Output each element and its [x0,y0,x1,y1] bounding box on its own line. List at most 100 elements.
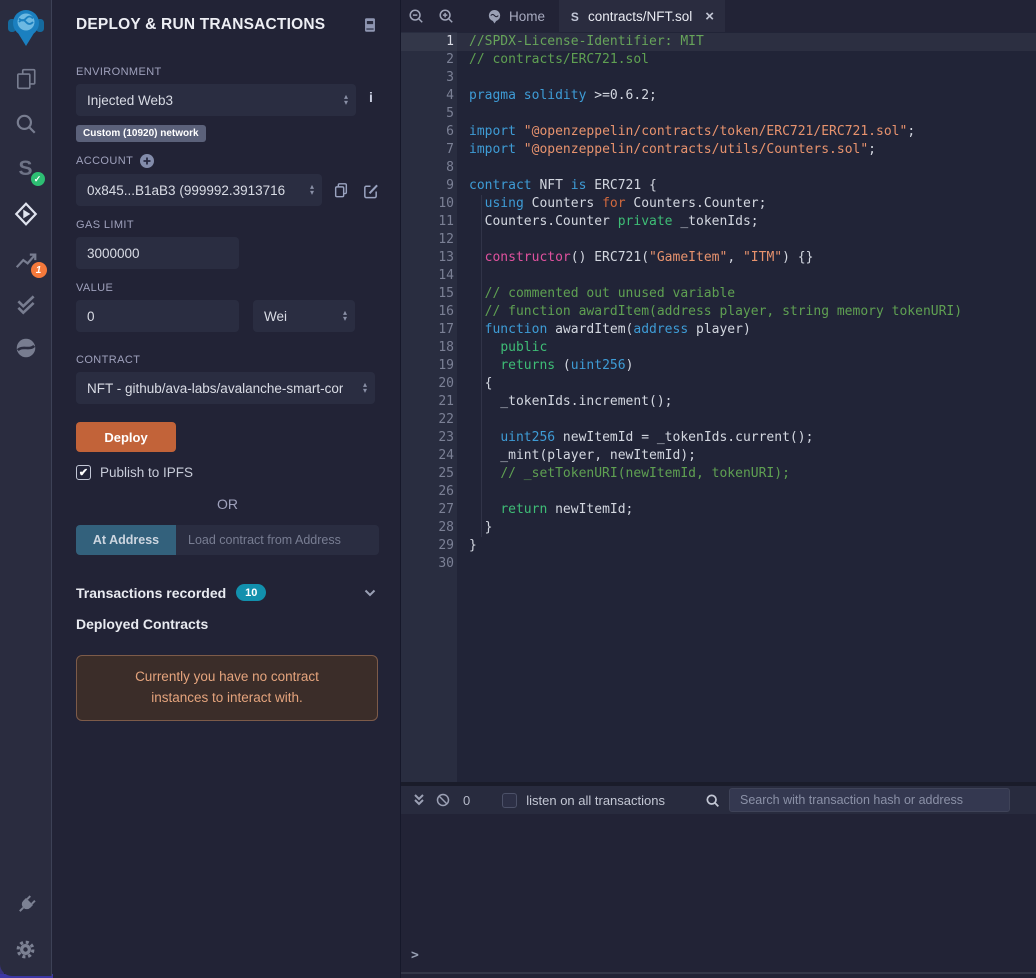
gas-limit-input[interactable] [76,237,239,269]
code-line[interactable] [469,231,1036,249]
clear-terminal-icon[interactable] [431,793,455,807]
terminal-search-input[interactable] [729,788,1010,812]
solidity-compiler-icon[interactable]: S ✓ [13,156,45,186]
value-label: VALUE [76,282,114,294]
code-editor[interactable]: 1 2 3 4 5 6 7 8 9 10 11 12 13 14 15 16 17 18 19 20 21 22 23 24 2… [401,32,1036,782]
line-number: 4 [446,88,454,103]
statistics-badge: 1 [30,262,47,278]
gas-limit-label: GAS LIMIT [76,219,134,231]
copy-account-icon[interactable] [333,182,349,198]
select-stepper-icon: ▴ ▾ [343,92,348,107]
code-line[interactable]: return newItemId; [469,501,1036,519]
code-line[interactable]: Counters.Counter private _tokenIds; [469,213,1036,231]
icon-sidebar: S ✓ 1 [0,0,52,976]
documentation-icon[interactable] [361,16,379,34]
environment-select[interactable]: Injected Web3 ▴ ▾ [76,84,356,116]
deploy-and-run-icon[interactable] [13,201,39,227]
code-line[interactable]: constructor() ERC721("GameItem", "ITM") … [469,249,1036,267]
info-icon[interactable]: i [369,89,373,105]
line-number: 21 [438,394,454,409]
code-line[interactable]: // commented out unused variable [469,285,1036,303]
line-number: 18 [438,340,454,355]
network-badge: Custom (10920) network [76,125,206,142]
code-line[interactable]: import "@openzeppelin/contracts/token/ER… [469,123,1036,141]
value-input[interactable] [76,300,239,332]
remix-logo-icon[interactable] [6,6,46,48]
code-line[interactable]: } [469,537,1036,555]
line-number: 9 [446,178,454,193]
terminal-prompt[interactable]: > [411,948,419,963]
code-line[interactable]: public [469,339,1036,357]
code-line[interactable] [469,69,1036,87]
close-tab-icon[interactable]: × [705,9,714,24]
at-address-input[interactable] [176,525,379,555]
line-number: 27 [438,502,454,517]
code-line[interactable] [469,105,1036,123]
line-number: 28 [438,520,454,535]
publish-ipfs-checkbox[interactable]: ✔ [76,465,91,480]
line-number: 29 [438,538,454,553]
account-select[interactable]: 0x845...B1aB3 (999992.3913716 ▴ ▾ [76,174,322,206]
account-label: ACCOUNT [76,155,134,167]
zoom-in-icon[interactable] [431,0,461,32]
file-explorer-icon[interactable] [13,66,39,92]
line-number: 15 [438,286,454,301]
listen-transactions-checkbox[interactable] [502,792,518,808]
code-line[interactable] [469,267,1036,285]
collapse-terminal-icon[interactable] [407,793,431,807]
environment-label: ENVIRONMENT [76,66,162,78]
zoom-out-icon[interactable] [401,0,431,32]
settings-gear-icon[interactable] [13,936,39,962]
terminal-output[interactable]: > [401,814,1036,974]
statistics-icon[interactable]: 1 [13,246,47,278]
line-number: 19 [438,358,454,373]
code-line[interactable] [469,483,1036,501]
line-number: 20 [438,376,454,391]
line-number: 1 [446,34,454,49]
code-line[interactable]: contract NFT is ERC721 { [469,177,1036,195]
code-line[interactable]: //SPDX-License-Identifier: MIT [469,33,1036,51]
editor-code[interactable]: //SPDX-License-Identifier: MIT// contrac… [457,32,1036,782]
code-line[interactable]: using Counters for Counters.Counter; [469,195,1036,213]
sourcify-icon[interactable] [13,335,39,361]
code-line[interactable]: // _setTokenURI(newItemId, tokenURI); [469,465,1036,483]
plugin-manager-icon[interactable] [13,892,39,918]
transactions-count-badge: 10 [236,584,267,601]
chevron-down-icon[interactable] [364,589,376,597]
code-line[interactable] [469,159,1036,177]
line-number: 22 [438,412,454,427]
code-line[interactable] [469,411,1036,429]
value-unit-select[interactable]: Wei ▴ ▾ [253,300,355,332]
code-line[interactable]: import "@openzeppelin/contracts/utils/Co… [469,141,1036,159]
line-number: 14 [438,268,454,283]
deploy-button[interactable]: Deploy [76,422,176,452]
code-line[interactable]: _tokenIds.increment(); [469,393,1036,411]
line-number: 23 [438,430,454,445]
publish-ipfs-option[interactable]: ✔ Publish to IPFS [76,465,379,480]
code-line[interactable]: function awardItem(address player) [469,321,1036,339]
code-line[interactable]: returns (uint256) [469,357,1036,375]
tab-home[interactable]: Home [473,0,559,32]
transactions-recorded-header[interactable]: Transactions recorded 10 [76,584,379,601]
code-line[interactable]: pragma solidity >=0.6.2; [469,87,1036,105]
code-line[interactable]: // contracts/ERC721.sol [469,51,1036,69]
add-account-icon[interactable] [140,154,155,168]
code-line[interactable]: uint256 newItemId = _tokenIds.current(); [469,429,1036,447]
search-icon[interactable] [13,111,39,137]
code-line[interactable]: } [469,519,1036,537]
at-address-button[interactable]: At Address [76,525,176,555]
contract-select[interactable]: NFT - github/ava-labs/avalanche-smart-co… [76,372,375,404]
code-line[interactable]: // function awardItem(address player, st… [469,303,1036,321]
code-line[interactable]: { [469,375,1036,393]
code-line[interactable] [469,555,1036,573]
line-number: 25 [438,466,454,481]
edit-account-icon[interactable] [362,182,379,199]
terminal-search-icon[interactable] [705,793,720,808]
remix-ide-app: S ✓ 1 DEPLOY & RUN TRANSACTIONS ENVIRONM… [0,0,1036,978]
home-tab-logo-icon [488,9,501,24]
code-line[interactable]: _mint(player, newItemId); [469,447,1036,465]
line-number: 12 [438,232,454,247]
tab-contracts-nft-sol[interactable]: S contracts/NFT.sol × [559,0,726,32]
static-analysis-icon[interactable] [13,291,39,317]
line-number: 11 [438,214,454,229]
